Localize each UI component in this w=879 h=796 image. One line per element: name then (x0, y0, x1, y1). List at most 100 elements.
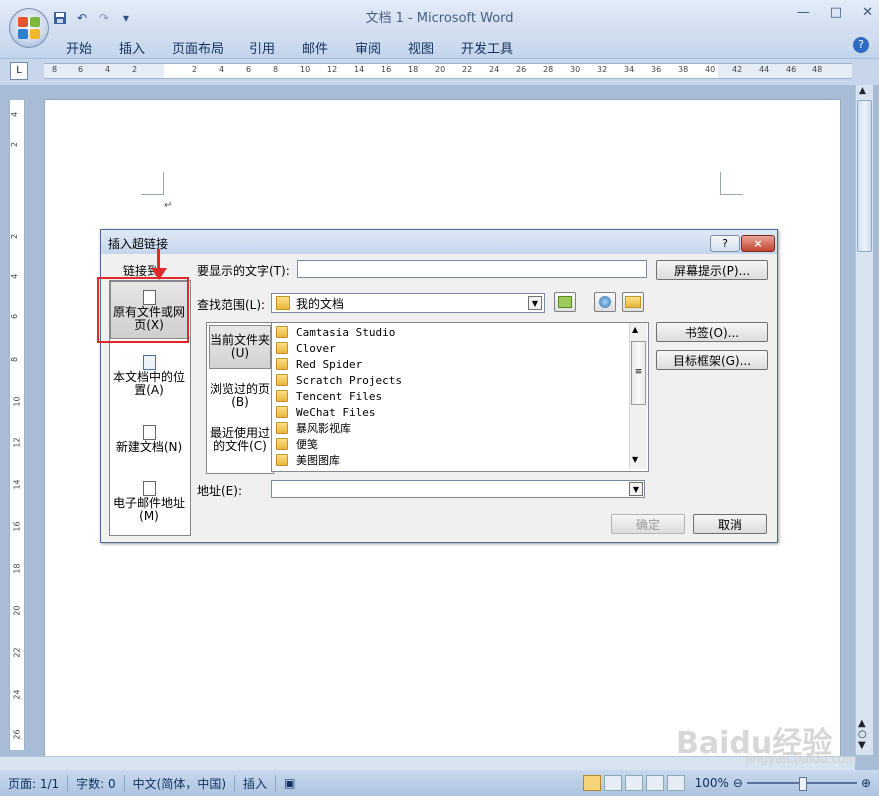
scroll-thumb[interactable]: ≡ (631, 341, 646, 405)
scroll-down-icon[interactable]: ▼ (632, 455, 638, 464)
address-input[interactable]: ▼ (271, 480, 645, 498)
zoom-in-icon[interactable]: ⊕ (861, 776, 879, 790)
status-mode[interactable]: 插入 (235, 774, 277, 792)
file-list-item[interactable]: Camtasia Studio (276, 324, 395, 340)
minimize-icon[interactable]: — (797, 5, 810, 20)
zoom-level[interactable]: 100% (691, 776, 733, 790)
status-page[interactable]: 页面: 1/1 (0, 774, 69, 792)
tab-current-folder[interactable]: 当前文件夹(U) (209, 325, 271, 369)
screentip-button[interactable]: 屏幕提示(P)... (656, 260, 768, 280)
file-name: Clover (296, 341, 336, 355)
tab-view[interactable]: 视图 (408, 38, 434, 57)
folder-icon (276, 454, 288, 466)
dialog-close-button[interactable]: × (741, 235, 775, 252)
lookin-value: 我的文档 (296, 296, 345, 311)
margin-mark (720, 172, 743, 195)
ruler-number: 2 (10, 233, 20, 240)
tab-home[interactable]: 开始 (66, 38, 92, 57)
print-layout-icon[interactable] (582, 775, 601, 791)
file-name: Red Spider (296, 357, 363, 371)
quick-access-toolbar: ↶ ↷ ▾ (52, 8, 134, 28)
undo-icon[interactable]: ↶ (74, 10, 90, 26)
link-new-document[interactable]: 新建文档(N) (110, 425, 188, 454)
tab-recent-files[interactable]: 最近使用过的文件(C) (209, 427, 271, 453)
browse-object-icon[interactable]: ▲ ○ ▼ (858, 718, 867, 751)
maximize-icon[interactable]: □ (830, 5, 842, 20)
macro-record-icon[interactable]: ▣ (276, 776, 303, 790)
link-email-address[interactable]: 电子邮件地址(M) (110, 481, 188, 523)
lookin-dropdown[interactable]: 我的文档 ▼ (271, 293, 545, 313)
open-folder-icon (625, 296, 641, 308)
margin-mark (141, 172, 164, 195)
link-item-label: 新建文档(N) (115, 440, 183, 454)
file-list-item[interactable]: Tencent Files (276, 388, 382, 404)
window-controls: — □ ✕ (797, 5, 873, 20)
ruler-number: 2 (192, 65, 198, 74)
horizontal-ruler[interactable]: 8 6 4 2 2 4 6 8 10 12 14 16 18 20 22 24 26 28 30 32 34 36 38 40… (44, 63, 852, 79)
file-list-item[interactable]: Scratch Projects (276, 372, 402, 388)
lookin-label: 查找范围(L): (197, 298, 266, 312)
redo-icon[interactable]: ↷ (96, 10, 112, 26)
ok-button[interactable]: 确定 (611, 514, 685, 534)
vertical-ruler[interactable]: 4 2 2 4 6 8 10 12 14 16 18 20 22 24 26 (9, 100, 25, 750)
display-text-input[interactable] (297, 260, 647, 278)
ruler-number: 4 (10, 273, 20, 280)
cancel-button[interactable]: 取消 (693, 514, 767, 534)
dialog-title-bar (101, 230, 777, 254)
address-label: 地址(E): (197, 484, 242, 498)
file-list-item[interactable]: Red Spider (276, 356, 362, 372)
ruler-number: 18 (408, 65, 419, 74)
ruler-number: 32 (597, 65, 608, 74)
ruler-number: 20 (12, 605, 22, 616)
dialog-help-button[interactable]: ? (710, 235, 740, 252)
scroll-thumb[interactable] (857, 100, 872, 252)
tab-page-layout[interactable]: 页面布局 (172, 38, 224, 57)
file-list-item[interactable]: 美图图库 (276, 452, 340, 468)
watermark-url: jingyan.baidu.com (746, 752, 857, 766)
link-place-in-document[interactable]: 本文档中的位置(A) (110, 355, 188, 397)
file-name: 便笺 (296, 438, 318, 451)
zoom-out-icon[interactable]: ⊖ (733, 776, 743, 790)
status-words[interactable]: 字数: 0 (68, 774, 125, 792)
up-one-folder-button[interactable] (554, 292, 576, 312)
bookmark-button[interactable]: 书签(O)... (656, 322, 768, 342)
scroll-up-icon[interactable]: ▲ (632, 325, 638, 334)
tab-review[interactable]: 审阅 (355, 38, 381, 57)
tab-selector[interactable]: L (10, 62, 28, 80)
tab-insert[interactable]: 插入 (119, 38, 145, 57)
status-language[interactable]: 中文(简体，中国) (125, 774, 236, 792)
tab-references[interactable]: 引用 (249, 38, 275, 57)
help-icon[interactable]: ? (853, 37, 869, 53)
full-screen-icon[interactable] (603, 775, 622, 791)
ruler-number: 36 (651, 65, 662, 74)
insert-hyperlink-dialog: 插入超链接 ? × 链接到: 要显示的文字(T): 屏幕提示(P)... 查找范… (100, 229, 778, 543)
draft-icon[interactable] (666, 775, 685, 791)
ruler-number: 46 (786, 65, 797, 74)
file-list-scrollbar[interactable]: ▲ ≡ ▼ (629, 323, 647, 469)
outline-icon[interactable] (645, 775, 664, 791)
status-bar: 页面: 1/1 字数: 0 中文(简体，中国) 插入 ▣ 100% ⊖ ⊕ (0, 770, 879, 796)
target-frame-button[interactable]: 目标框架(G)... (656, 350, 768, 370)
scroll-up-icon[interactable]: ▲ (859, 86, 866, 96)
close-icon[interactable]: ✕ (862, 5, 873, 20)
office-button[interactable] (9, 8, 49, 48)
folder-icon (276, 438, 288, 450)
browse-file-button[interactable] (622, 292, 644, 312)
chevron-down-icon[interactable]: ▼ (528, 296, 542, 310)
browse-web-button[interactable] (594, 292, 616, 312)
tab-developer[interactable]: 开发工具 (461, 38, 513, 57)
display-text-label: 要显示的文字(T): (197, 264, 290, 278)
customize-qat-icon[interactable]: ▾ (118, 10, 134, 26)
file-list-item[interactable]: 便笺 (276, 436, 318, 452)
tab-mailings[interactable]: 邮件 (302, 38, 328, 57)
web-layout-icon[interactable] (624, 775, 643, 791)
zoom-slider[interactable] (746, 777, 857, 791)
file-list-item[interactable]: WeChat Files (276, 404, 375, 420)
tab-browsed-pages[interactable]: 浏览过的页(B) (209, 383, 271, 409)
ruler-number: 42 (732, 65, 743, 74)
file-list-item[interactable]: Clover (276, 340, 336, 356)
chevron-down-icon[interactable]: ▼ (629, 482, 643, 496)
file-list-item[interactable]: 暴风影视库 (276, 420, 351, 436)
ruler-number: 26 (516, 65, 527, 74)
save-icon[interactable] (52, 10, 68, 26)
